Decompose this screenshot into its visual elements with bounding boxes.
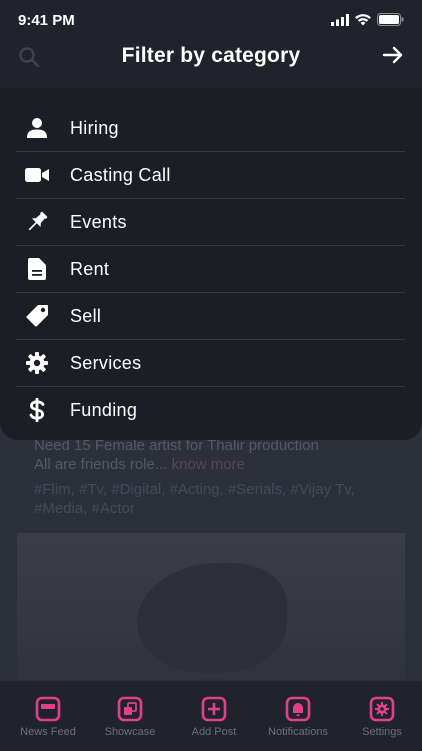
tab-news-feed[interactable]: News Feed [8, 696, 88, 738]
category-label: Funding [70, 399, 138, 420]
add-post-icon [201, 696, 227, 722]
post-tags: #Flim, #Tv, #Digital, #Acting, #Serials,… [34, 480, 394, 518]
tab-label: Showcase [104, 726, 156, 738]
status-time: 9:41 PM [18, 12, 75, 29]
status-bar: 9:41 PM [0, 0, 422, 40]
category-item-sell[interactable]: Sell [16, 293, 405, 340]
gear-icon [25, 351, 49, 375]
settings-icon [369, 696, 395, 722]
category-label: Events [70, 211, 127, 232]
tab-label: Settings [362, 726, 402, 738]
tab-settings[interactable]: Settings [342, 696, 422, 738]
tag-icon [25, 304, 49, 328]
tab-add-post[interactable]: Add Post [174, 696, 254, 738]
page-title: Filter by category [121, 44, 301, 67]
category-label: Rent [70, 258, 110, 279]
status-icons [331, 13, 404, 31]
arrow-right-icon[interactable] [382, 44, 404, 71]
post-tags-line: #Media, #Actor [34, 500, 135, 517]
tab-showcase[interactable]: Showcase [90, 696, 170, 738]
category-filter-panel: Hiring Casting Call Events Rent Sell Ser… [0, 88, 422, 440]
post-text: Need 15 Female artist for Thalir product… [34, 436, 394, 474]
category-item-casting-call[interactable]: Casting Call [16, 152, 405, 199]
post-image-content [137, 563, 287, 673]
person-icon [25, 116, 49, 140]
category-item-hiring[interactable]: Hiring [16, 105, 405, 152]
tab-label: News Feed [20, 726, 76, 738]
category-item-events[interactable]: Events [16, 199, 405, 246]
video-camera-icon [25, 163, 49, 187]
post-text-line: All are friends role... [34, 456, 168, 473]
tab-bar: News Feed Showcase Add Post Notification… [0, 680, 422, 751]
post-image[interactable] [17, 533, 405, 683]
category-label: Casting Call [70, 164, 171, 185]
category-item-rent[interactable]: Rent [16, 246, 405, 293]
category-item-services[interactable]: Services [16, 340, 405, 387]
wifi-icon [355, 13, 371, 31]
category-label: Hiring [70, 117, 119, 138]
bell-icon [285, 696, 311, 722]
header: Filter by category [0, 40, 422, 88]
know-more-link[interactable]: know more [172, 456, 245, 473]
category-item-funding[interactable]: Funding [16, 387, 405, 433]
tab-notifications[interactable]: Notifications [258, 696, 338, 738]
news-feed-icon [35, 696, 61, 722]
category-label: Sell [70, 305, 102, 326]
document-icon [25, 257, 49, 281]
pushpin-icon [25, 210, 49, 234]
battery-icon [377, 13, 404, 31]
showcase-icon [117, 696, 143, 722]
post-tags-line: #Flim, #Tv, #Digital, #Acting, #Serials,… [34, 481, 355, 498]
category-list: Hiring Casting Call Events Rent Sell Ser… [16, 105, 405, 433]
dollar-icon [25, 398, 49, 422]
category-label: Services [70, 352, 142, 373]
tab-label: Notifications [268, 726, 328, 738]
tab-label: Add Post [191, 726, 237, 738]
signal-icon [331, 13, 349, 31]
